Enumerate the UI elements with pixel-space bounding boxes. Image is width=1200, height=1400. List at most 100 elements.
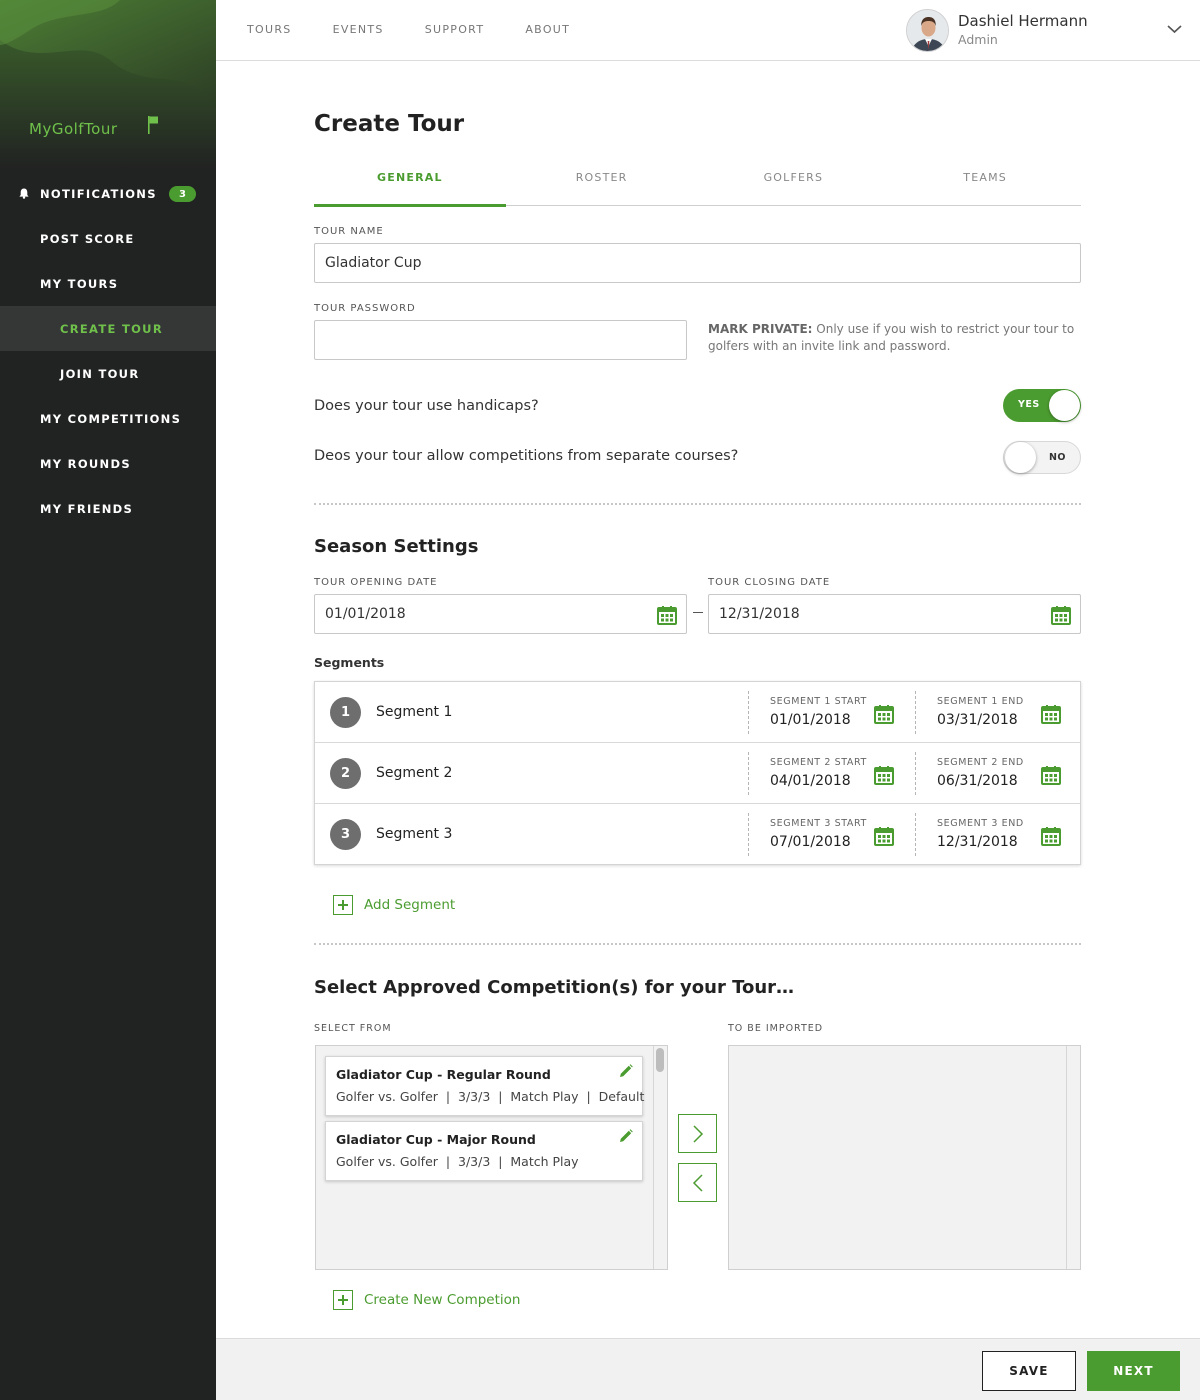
toggle-knob [1005, 442, 1036, 473]
sidebar-hero-graphic [0, 0, 216, 170]
sidebar-item-my-rounds[interactable]: MY ROUNDS [0, 441, 216, 486]
segment-name: Segment 3 [376, 826, 453, 842]
segment-end-value: 06/31/2018 [937, 773, 1018, 789]
move-right-button[interactable] [678, 1114, 717, 1153]
mark-private-hint: MARK PRIVATE: Only use if you wish to re… [708, 321, 1083, 355]
calendar-icon[interactable] [657, 605, 677, 625]
calendar-icon[interactable] [1041, 765, 1061, 785]
segment-end-value: 03/31/2018 [937, 712, 1018, 728]
topnav-about-link[interactable]: ABOUT [525, 23, 570, 36]
segment-start-label: SEGMENT 2 START [770, 757, 867, 768]
save-button[interactable]: SAVE [982, 1351, 1076, 1391]
segment-end[interactable]: SEGMENT 1 END 03/31/2018 [915, 691, 1061, 734]
pencil-icon[interactable] [619, 1064, 633, 1078]
tab-general[interactable]: GENERAL [314, 165, 506, 207]
to-be-imported-label: TO BE IMPORTED [728, 1023, 824, 1034]
create-competition-button[interactable]: Create New Competion [333, 1290, 520, 1310]
segment-number: 2 [330, 758, 361, 789]
bell-icon [19, 188, 29, 199]
user-info: Dashiel Hermann Admin [958, 12, 1088, 52]
sidebar-item-post-score[interactable]: POST SCORE [0, 216, 216, 261]
mark-private-label: MARK PRIVATE: [708, 322, 813, 336]
segment-name: Segment 1 [376, 704, 453, 720]
sidebar: MyGolfTour NOTIFICATIONS 3 POST SCORE MY… [0, 0, 216, 1400]
tour-password-label: TOUR PASSWORD [314, 303, 416, 314]
date-range-dash [693, 612, 703, 613]
sidebar-item-notifications[interactable]: NOTIFICATIONS 3 [0, 171, 216, 216]
scrollbar-thumb[interactable] [656, 1048, 664, 1072]
chevron-left-icon [692, 1173, 703, 1192]
competition-card[interactable]: Gladiator Cup - Major Round Golfer vs. G… [325, 1121, 643, 1181]
calendar-icon[interactable] [1041, 704, 1061, 724]
opening-date-value: 01/01/2018 [325, 606, 406, 622]
calendar-icon[interactable] [874, 704, 894, 724]
handicaps-toggle[interactable]: YES [1003, 389, 1081, 422]
next-button[interactable]: NEXT [1087, 1351, 1180, 1391]
separate-courses-question: Deos your tour allow competitions from s… [314, 448, 739, 464]
segment-end[interactable]: SEGMENT 2 END 06/31/2018 [915, 752, 1061, 795]
tab-golfers[interactable]: GOLFERS [698, 165, 890, 205]
segment-end-label: SEGMENT 3 END [937, 818, 1024, 829]
calendar-icon[interactable] [874, 765, 894, 785]
notification-count-badge: 3 [169, 186, 196, 202]
closing-date-label: TOUR CLOSING DATE [708, 577, 831, 588]
topbar: TOURS EVENTS SUPPORT ABOUT Dashiel Herma… [216, 0, 1200, 61]
segment-start-value: 07/01/2018 [770, 834, 851, 850]
tab-bar: GENERAL ROSTER GOLFERS TEAMS [314, 165, 1081, 207]
season-settings-title: Season Settings [314, 536, 479, 557]
tab-teams[interactable]: TEAMS [889, 165, 1081, 205]
add-segment-button[interactable]: Add Segment [333, 895, 455, 915]
select-from-label: SELECT FROM [314, 1023, 392, 1034]
user-role: Admin [958, 32, 998, 47]
segments-title: Segments [314, 655, 385, 670]
handicaps-question: Does your tour use handicaps? [314, 398, 539, 414]
topnav-tours-link[interactable]: TOURS [247, 23, 292, 36]
select-from-list[interactable]: Gladiator Cup - Regular Round Golfer vs.… [315, 1045, 668, 1270]
sidebar-item-my-tours[interactable]: MY TOURS [0, 261, 216, 306]
competition-card[interactable]: Gladiator Cup - Regular Round Golfer vs.… [325, 1056, 645, 1116]
opening-date-input[interactable]: 01/01/2018 [314, 594, 687, 634]
move-left-button[interactable] [678, 1163, 717, 1202]
sidebar-item-my-competitions[interactable]: MY COMPETITIONS [0, 396, 216, 441]
tour-password-input[interactable] [314, 320, 687, 360]
segment-start-label: SEGMENT 1 START [770, 696, 867, 707]
section-divider [314, 943, 1081, 945]
sidebar-nav: NOTIFICATIONS 3 POST SCORE MY TOURS CREA… [0, 171, 216, 531]
page-title: Create Tour [314, 111, 465, 137]
segments-list: 1 Segment 1 SEGMENT 1 START 01/01/2018 S… [314, 681, 1081, 865]
sidebar-item-my-friends[interactable]: MY FRIENDS [0, 486, 216, 531]
segment-row: 1 Segment 1 SEGMENT 1 START 01/01/2018 S… [315, 682, 1080, 743]
segment-start[interactable]: SEGMENT 1 START 01/01/2018 [748, 691, 894, 734]
calendar-icon[interactable] [1051, 605, 1071, 625]
topnav-support-link[interactable]: SUPPORT [425, 23, 485, 36]
sidebar-item-join-tour[interactable]: JOIN TOUR [0, 351, 216, 396]
tour-name-value: Gladiator Cup [325, 255, 422, 271]
tab-roster[interactable]: ROSTER [506, 165, 698, 205]
segment-start[interactable]: SEGMENT 3 START 07/01/2018 [748, 813, 894, 856]
pencil-icon[interactable] [619, 1129, 633, 1143]
calendar-icon[interactable] [1041, 826, 1061, 846]
scrollbar[interactable] [1066, 1046, 1080, 1269]
topnav-events-link[interactable]: EVENTS [333, 23, 384, 36]
to-be-imported-list[interactable] [728, 1045, 1081, 1270]
avatar-image [907, 10, 948, 51]
chevron-down-icon[interactable] [1167, 24, 1182, 34]
segment-start[interactable]: SEGMENT 2 START 04/01/2018 [748, 752, 894, 795]
flag-icon [148, 116, 158, 134]
user-menu[interactable]: Dashiel Hermann Admin [906, 9, 1088, 52]
sidebar-item-label: NOTIFICATIONS [40, 186, 157, 201]
sidebar-item-create-tour[interactable]: CREATE TOUR [0, 306, 216, 351]
toggle-knob [1049, 390, 1080, 421]
plus-icon [333, 1290, 353, 1310]
closing-date-value: 12/31/2018 [719, 606, 800, 622]
scrollbar[interactable] [653, 1046, 667, 1269]
calendar-icon[interactable] [874, 826, 894, 846]
competition-meta: Golfer vs. Golfer | 3/3/3 | Match Play |… [336, 1089, 645, 1104]
plus-icon [333, 895, 353, 915]
segment-name: Segment 2 [376, 765, 453, 781]
tour-name-input[interactable]: Gladiator Cup [314, 243, 1081, 283]
separate-courses-toggle[interactable]: NO [1003, 441, 1081, 474]
segment-end[interactable]: SEGMENT 3 END 12/31/2018 [915, 813, 1061, 856]
closing-date-input[interactable]: 12/31/2018 [708, 594, 1081, 634]
app-logo[interactable]: MyGolfTour [29, 120, 118, 138]
